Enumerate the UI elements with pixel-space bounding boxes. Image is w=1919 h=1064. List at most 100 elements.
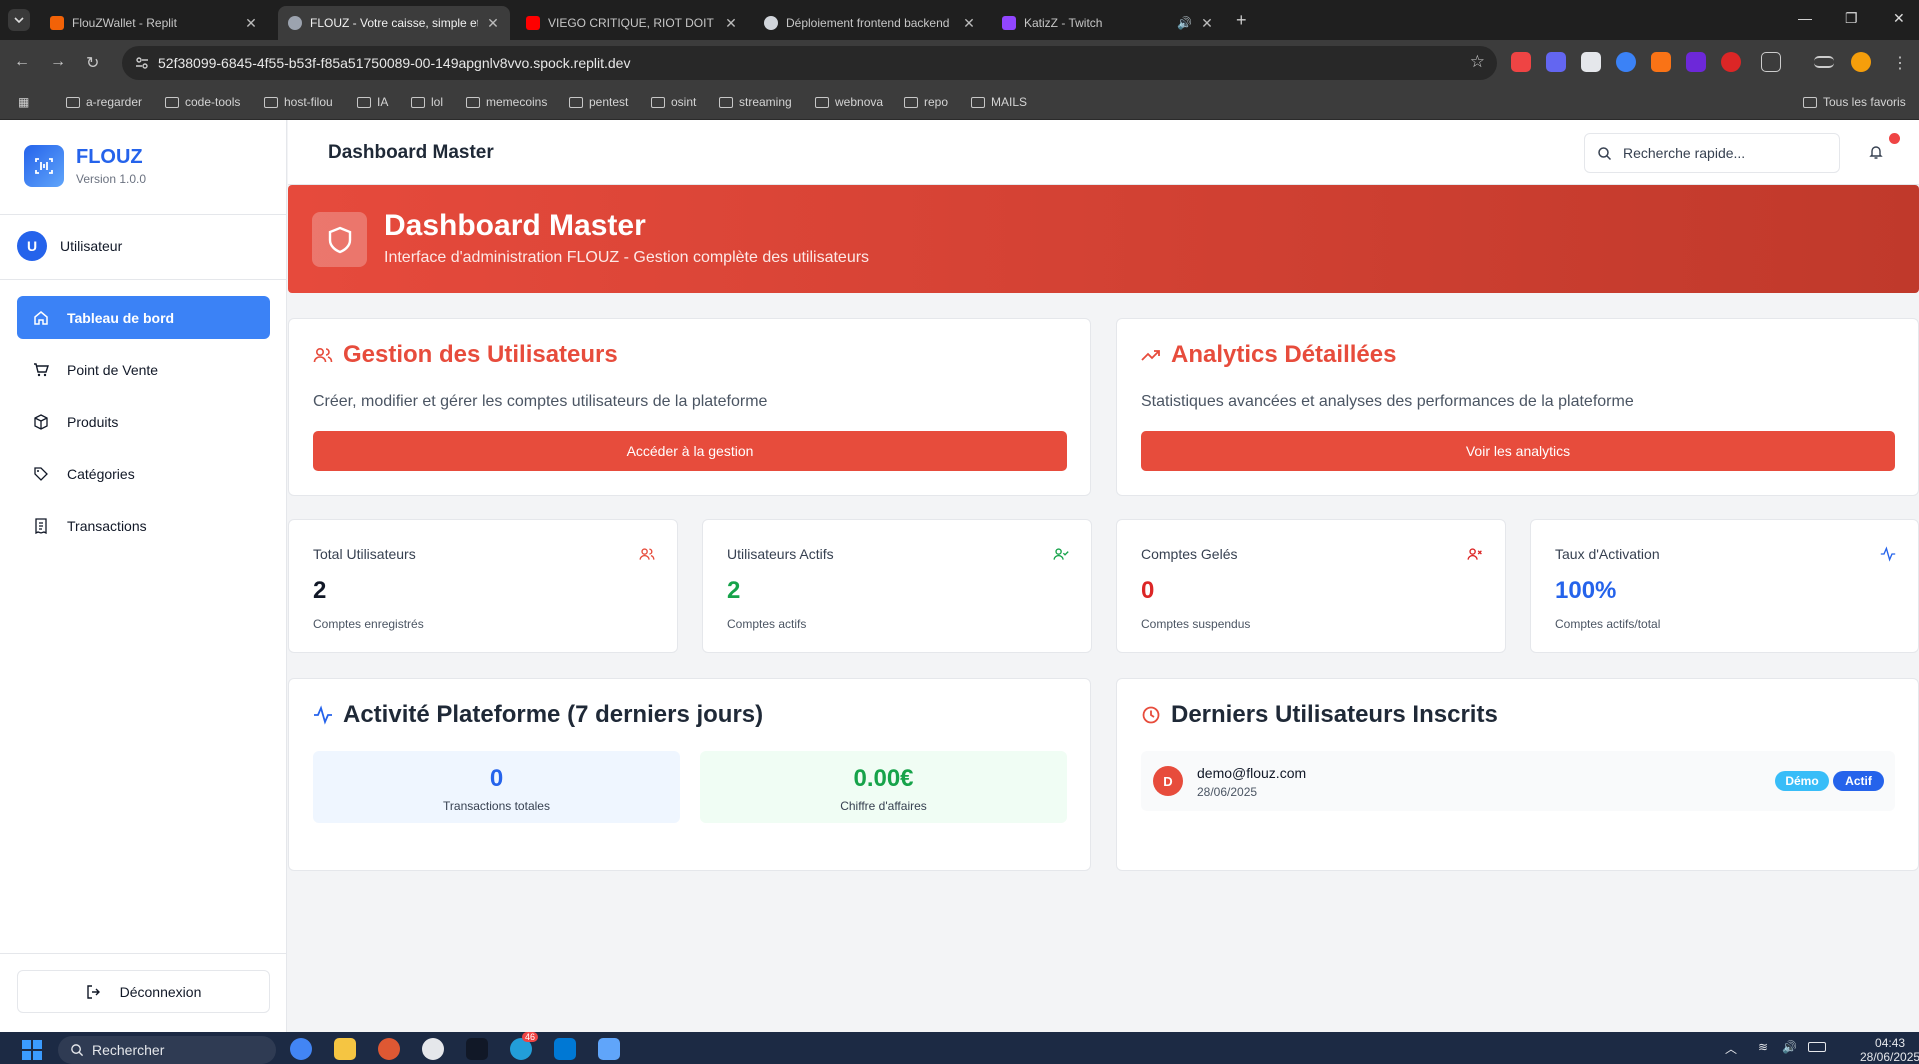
package-icon <box>34 413 48 430</box>
browser-menu-icon[interactable]: ⋮ <box>1892 53 1908 73</box>
duckduckgo-icon[interactable] <box>378 1038 400 1060</box>
close-tab-icon[interactable]: ✕ <box>962 15 976 32</box>
users-icon <box>313 347 333 363</box>
logout-button[interactable]: Déconnexion <box>17 970 270 1013</box>
bookmark-folder[interactable]: webnova <box>815 95 883 109</box>
chrome-icon[interactable] <box>290 1038 312 1060</box>
browser-tab[interactable]: FlouZWallet - Replit ✕ <box>40 6 268 40</box>
apps-grid-icon[interactable]: ▦ <box>18 95 29 109</box>
browser-tab-active[interactable]: FLOUZ - Votre caisse, simple et ✕ <box>278 6 510 40</box>
bookmark-folder[interactable]: lol <box>411 95 443 109</box>
taskbar-search[interactable]: Rechercher <box>58 1036 276 1064</box>
tab-search-button[interactable] <box>8 9 30 31</box>
browser-tab[interactable]: VIEGO CRITIQUE, RIOT DOIT LE ✕ <box>516 6 748 40</box>
forward-icon[interactable]: → <box>50 53 66 71</box>
restore-icon[interactable]: ❐ <box>1845 10 1858 27</box>
view-analytics-button[interactable]: Voir les analytics <box>1141 431 1895 471</box>
close-tab-icon[interactable]: ✕ <box>486 15 500 32</box>
bookmark-folder[interactable]: streaming <box>719 95 792 109</box>
card-title: Analytics Détaillées <box>1171 341 1397 368</box>
bookmark-folder[interactable]: MAILS <box>971 95 1027 109</box>
all-bookmarks-folder[interactable]: Tous les favoris <box>1803 95 1906 109</box>
vscode-icon[interactable] <box>554 1038 576 1060</box>
bell-icon[interactable] <box>1868 144 1884 160</box>
sidebar-item-transactions[interactable]: Transactions <box>17 504 270 547</box>
chevron-up-icon[interactable]: ︿ <box>1725 1040 1737 1057</box>
browser-tab[interactable]: Déploiement frontend backend ✕ <box>754 6 986 40</box>
profile-avatar[interactable] <box>1851 52 1871 72</box>
speaker-icon[interactable]: 🔊 <box>1177 16 1192 30</box>
extension-icon[interactable] <box>1511 52 1531 72</box>
hero-title: Dashboard Master <box>384 209 646 242</box>
volume-icon[interactable]: 🔊 <box>1782 1040 1797 1054</box>
close-tab-icon[interactable]: ✕ <box>724 15 738 32</box>
folder-icon <box>165 96 179 108</box>
stat-value: 0 <box>1141 577 1155 604</box>
minimize-icon[interactable]: — <box>1798 10 1812 26</box>
bookmark-folder[interactable]: memecoins <box>466 95 547 109</box>
logout-label: Déconnexion <box>119 983 202 1000</box>
close-tab-icon[interactable]: ✕ <box>244 15 258 32</box>
globe-icon <box>288 16 302 30</box>
stats-app-icon[interactable] <box>466 1038 488 1060</box>
new-tab-button[interactable]: + <box>1236 10 1247 31</box>
bookmark-folder[interactable]: a-regarder <box>66 95 142 109</box>
bookmark-folder[interactable]: code-tools <box>165 95 240 109</box>
wifi-icon[interactable]: ≋ <box>1758 1040 1768 1054</box>
bookmarks-bar: ▦ a-regarder code-tools host-filou IA lo… <box>0 86 1919 120</box>
card-title: Derniers Utilisateurs Inscrits <box>1171 701 1498 728</box>
close-window-icon[interactable]: ✕ <box>1893 10 1905 27</box>
metric-label: Transactions totales <box>443 799 550 813</box>
search-icon <box>71 1044 84 1057</box>
address-bar[interactable]: 52f38099-6845-4f55-b53f-f85a51750089-00-… <box>122 46 1497 80</box>
reading-list-icon[interactable] <box>1814 56 1834 68</box>
clock[interactable]: 04:43 28/06/2025 <box>1860 1036 1919 1064</box>
logout-icon <box>86 984 100 999</box>
reload-icon[interactable]: ↻ <box>86 53 99 73</box>
sidebar-item-categories[interactable]: Catégories <box>17 452 270 495</box>
site-info-icon[interactable] <box>134 55 150 71</box>
folder-icon <box>66 96 80 108</box>
back-icon[interactable]: ← <box>14 53 30 71</box>
list-item[interactable]: D demo@flouz.com 28/06/2025 Démo Actif <box>1141 751 1895 811</box>
sidebar-item-products[interactable]: Produits <box>17 400 270 443</box>
folder-icon <box>411 96 425 108</box>
windows-start-icon[interactable] <box>22 1040 42 1060</box>
shield-icon <box>312 212 367 267</box>
chatgpt-app-icon[interactable] <box>422 1038 444 1060</box>
bookmark-folder[interactable]: pentest <box>569 95 628 109</box>
home-icon <box>34 310 48 325</box>
manage-users-button[interactable]: Accéder à la gestion <box>313 431 1067 471</box>
extension-icon[interactable] <box>1616 52 1636 72</box>
sidebar-item-label: Catégories <box>67 465 135 482</box>
bookmark-folder[interactable]: IA <box>357 95 388 109</box>
notepad-icon[interactable] <box>598 1038 620 1060</box>
sidebar-item-dashboard[interactable]: Tableau de bord <box>17 296 270 339</box>
bookmark-folder[interactable]: host-filou <box>264 95 333 109</box>
hero-banner: Dashboard Master Interface d'administrat… <box>288 185 1919 293</box>
stat-subtext: Comptes actifs/total <box>1555 617 1661 631</box>
extension-icon[interactable] <box>1546 52 1566 72</box>
close-tab-icon[interactable]: ✕ <box>1200 15 1214 32</box>
bookmark-folder[interactable]: osint <box>651 95 696 109</box>
folder-icon <box>651 96 665 108</box>
extension-icon[interactable] <box>1721 52 1741 72</box>
browser-tab[interactable]: KatizZ - Twitch 🔊 ✕ <box>992 6 1224 40</box>
metamask-icon[interactable] <box>1651 52 1671 72</box>
sidebar-item-pos[interactable]: Point de Vente <box>17 348 270 391</box>
extensions-puzzle-icon[interactable] <box>1761 52 1781 72</box>
file-explorer-icon[interactable] <box>334 1038 356 1060</box>
search-input[interactable]: Recherche rapide... <box>1584 133 1840 173</box>
user-date: 28/06/2025 <box>1197 785 1258 799</box>
bookmark-folder[interactable]: repo <box>904 95 948 109</box>
browser-tab-strip: FlouZWallet - Replit ✕ FLOUZ - Votre cai… <box>0 0 1919 40</box>
clock-icon <box>1142 706 1160 724</box>
url-text: 52f38099-6845-4f55-b53f-f85a51750089-00-… <box>158 55 631 71</box>
battery-icon[interactable] <box>1808 1042 1826 1052</box>
users-management-card: Gestion des Utilisateurs Créer, modifier… <box>288 318 1091 496</box>
stat-value: 2 <box>727 577 741 604</box>
qr-extension-icon[interactable] <box>1581 52 1601 72</box>
sidebar: FLOUZ Version 1.0.0 U Utilisateur Tablea… <box>0 120 287 1032</box>
bookmark-star-icon[interactable]: ☆ <box>1470 52 1485 72</box>
extension-icon[interactable] <box>1686 52 1706 72</box>
